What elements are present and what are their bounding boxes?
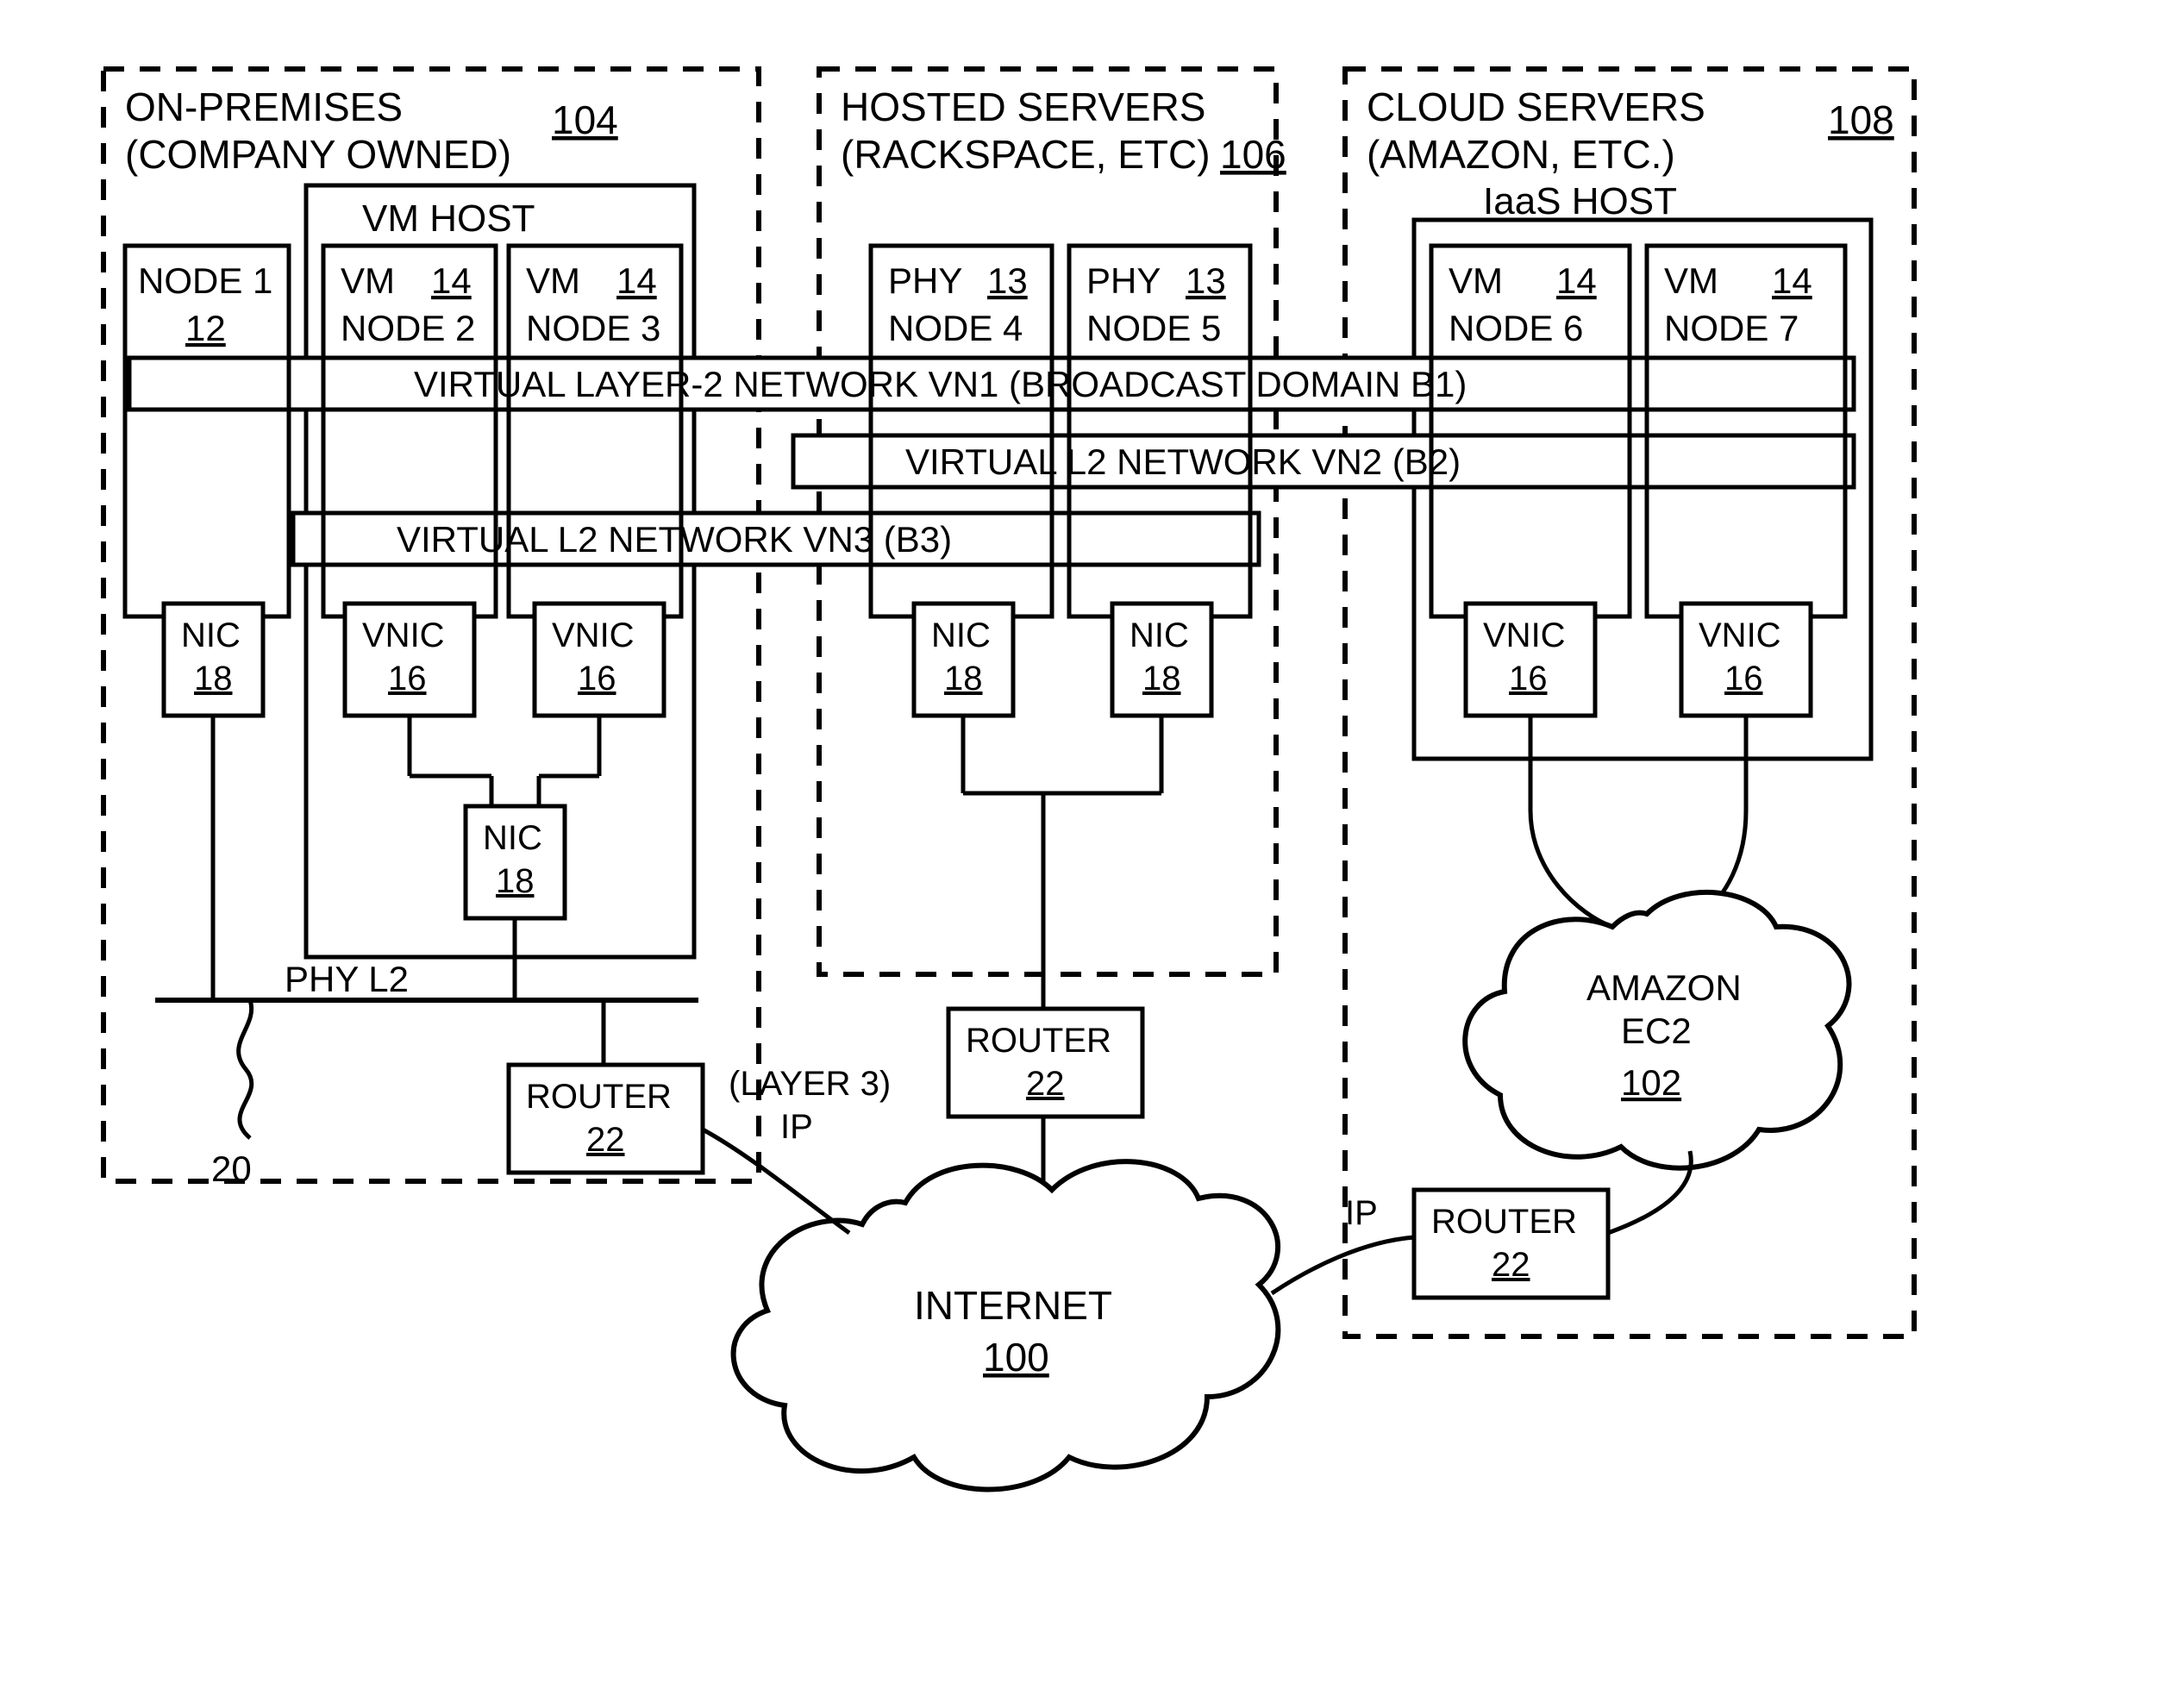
node6-vm: VM [1449, 260, 1503, 301]
node6-box [1431, 246, 1630, 616]
node7-vm: VM [1664, 260, 1718, 301]
node5-ref: 13 [1186, 260, 1226, 301]
hosted-ref: 106 [1220, 132, 1286, 177]
node1-ref: 12 [185, 308, 226, 348]
vn2-label: VIRTUAL L2 NETWORK VN2 (B2) [905, 441, 1461, 482]
vmhost-label: VM HOST [362, 197, 535, 240]
router-hosted-ref: 22 [1026, 1065, 1065, 1103]
internet-label: INTERNET [914, 1283, 1112, 1328]
ec2-ref: 102 [1621, 1062, 1681, 1103]
cloud-ref: 108 [1828, 97, 1894, 142]
internet-ref: 100 [983, 1335, 1049, 1380]
vnic-node7-ref: 16 [1724, 660, 1763, 698]
node1-box [125, 246, 289, 616]
hosted-title2: (RACKSPACE, ETC) [841, 132, 1211, 177]
node1-label: NODE 1 [138, 260, 272, 301]
vnic-node7-label: VNIC [1699, 616, 1781, 654]
nic-node5-label: NIC [1130, 616, 1189, 654]
nic-vmhost-label: NIC [483, 819, 542, 857]
node6-label: NODE 6 [1449, 308, 1583, 348]
nic-node4-ref: 18 [944, 660, 983, 698]
node4-phy: PHY [888, 260, 962, 301]
node7-box [1647, 246, 1845, 616]
node3-ref: 14 [616, 260, 657, 301]
phy-l2-label: PHY L2 [285, 959, 409, 999]
onprem-title2: (COMPANY OWNED) [125, 132, 511, 177]
layer3-label: (LAYER 3) [729, 1065, 891, 1103]
node7-label: NODE 7 [1664, 308, 1799, 348]
node3-vm: VM [526, 260, 580, 301]
ec2-label2: EC2 [1621, 1011, 1692, 1051]
phy-l2-tail [239, 1000, 252, 1138]
node6-ref: 14 [1556, 260, 1597, 301]
nic-node4-label: NIC [931, 616, 991, 654]
node3-label: NODE 3 [526, 308, 660, 348]
node2-ref: 14 [431, 260, 472, 301]
node4-ref: 13 [987, 260, 1028, 301]
nic-node5-ref: 18 [1142, 660, 1181, 698]
vnic-node3-ref: 16 [578, 660, 616, 698]
ip-label-left: IP [780, 1108, 813, 1146]
node5-label: NODE 5 [1086, 308, 1221, 348]
router-cloud-label: ROUTER [1431, 1203, 1577, 1241]
vnic-node2-label: VNIC [362, 616, 445, 654]
hosted-title1: HOSTED SERVERS [841, 84, 1205, 129]
ip-label-right: IP [1345, 1194, 1378, 1232]
node5-phy: PHY [1086, 260, 1161, 301]
nic-vmhost-ref: 18 [496, 862, 535, 900]
router-hosted-label: ROUTER [966, 1022, 1111, 1060]
router-onprem-ref: 22 [586, 1121, 625, 1159]
ec2-label: AMAZON [1586, 967, 1742, 1008]
onprem-ref: 104 [552, 97, 618, 142]
vnic-node6-ref: 16 [1509, 660, 1548, 698]
node4-label: NODE 4 [888, 308, 1023, 348]
phy-l2-ref: 20 [211, 1148, 252, 1189]
cloud-title1: CLOUD SERVERS [1367, 84, 1705, 129]
vn1-label: VIRTUAL LAYER-2 NETWORK VN1 (BROADCAST D… [414, 364, 1467, 404]
node2-label: NODE 2 [341, 308, 475, 348]
vnic-node3-label: VNIC [552, 616, 635, 654]
node2-vm: VM [341, 260, 395, 301]
router-cloud-ref: 22 [1492, 1246, 1530, 1284]
cloud-title2: (AMAZON, ETC.) [1367, 132, 1675, 177]
vnic-node6-label: VNIC [1483, 616, 1566, 654]
node7-ref: 14 [1772, 260, 1812, 301]
onprem-title1: ON-PREMISES [125, 84, 403, 129]
router-onprem-label: ROUTER [526, 1078, 672, 1116]
nic-node1-ref: 18 [194, 660, 233, 698]
vnic-node2-ref: 16 [388, 660, 427, 698]
nic-node1-label: NIC [181, 616, 241, 654]
iaashost-label: IaaS HOST [1483, 180, 1677, 222]
